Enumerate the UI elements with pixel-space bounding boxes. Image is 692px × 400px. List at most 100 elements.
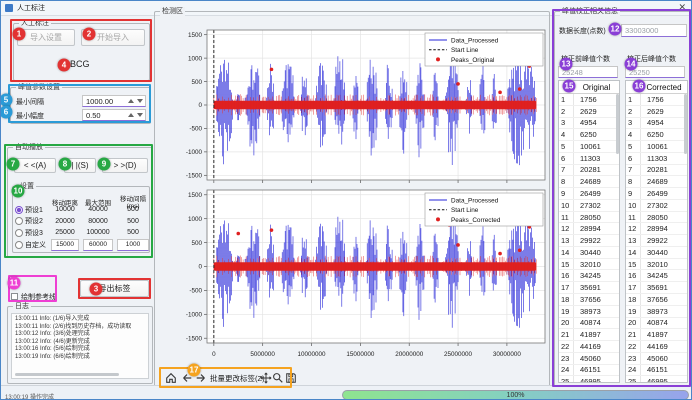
spin-down-icon[interactable] — [137, 113, 143, 117]
table-row[interactable]: 720281 — [559, 165, 619, 177]
preset-label[interactable]: 预设3 — [15, 228, 49, 238]
settings-header-row: 移动距离 最大范围 移动间隔(ms) — [15, 193, 147, 204]
table-row[interactable]: 2546995 — [626, 376, 687, 383]
original-peaks-table[interactable]: Original 1175622629349544625051006161130… — [558, 80, 620, 383]
table-row[interactable]: 1228994 — [559, 223, 619, 235]
svg-text:15000000: 15000000 — [346, 351, 375, 358]
preset-label[interactable]: 预设1 — [15, 205, 49, 215]
zoom-icon[interactable] — [271, 371, 284, 384]
table-row[interactable]: 1532010 — [626, 259, 687, 271]
preset-row-3[interactable]: 预设325000100000500 — [15, 227, 147, 238]
table-row[interactable]: 2141897 — [626, 329, 687, 341]
spin-up-icon[interactable] — [128, 113, 134, 117]
reference-line-checkbox[interactable] — [11, 293, 18, 300]
table-row[interactable]: 2244169 — [626, 341, 687, 353]
table-row[interactable]: 2040874 — [626, 318, 687, 330]
table-row[interactable]: 11756 — [626, 94, 687, 106]
custom-value-input[interactable]: 15000 — [51, 239, 79, 251]
min-interval-input[interactable]: 1000.00 — [82, 95, 146, 107]
table-row[interactable]: 2345060 — [559, 353, 619, 365]
table-row[interactable]: 1128050 — [559, 212, 619, 224]
table-row[interactable]: 2040874 — [559, 318, 619, 330]
peak-value: 27302 — [641, 201, 687, 210]
row-index: 10 — [626, 200, 641, 211]
table-row[interactable]: 824689 — [559, 176, 619, 188]
peak-value: 20281 — [641, 165, 687, 174]
radio-button[interactable] — [15, 206, 23, 214]
svg-text:Data_Processed: Data_Processed — [451, 37, 499, 44]
table-row[interactable]: 1938973 — [626, 306, 687, 318]
table-row[interactable]: 46250 — [559, 129, 619, 141]
table-row[interactable]: 22629 — [559, 106, 619, 118]
table-row[interactable]: 1837656 — [626, 294, 687, 306]
preset-row-1[interactable]: 预设11000040000500 — [15, 204, 147, 215]
table-row[interactable]: 510061 — [559, 141, 619, 153]
table-row[interactable]: 2446151 — [626, 365, 687, 377]
table-row[interactable]: 1329922 — [626, 235, 687, 247]
preset-label[interactable]: 自定义 — [15, 240, 49, 250]
min-amp-spinner[interactable] — [128, 110, 143, 120]
min-amp-input[interactable]: 0.50 — [82, 109, 146, 121]
preset-row-2[interactable]: 预设22000080000500 — [15, 216, 147, 227]
batch-change-labels-button[interactable]: 批量更改标签(Z) — [210, 373, 265, 384]
table-row[interactable]: 34954 — [626, 118, 687, 130]
table-row[interactable]: 1027302 — [559, 200, 619, 212]
table-row[interactable]: 22629 — [626, 106, 687, 118]
preset-row-4[interactable]: 自定义15000 60000 1000 — [15, 239, 147, 250]
table-row[interactable]: 2546995 — [559, 376, 619, 383]
peak-value: 24689 — [574, 177, 619, 186]
spin-up-icon[interactable] — [128, 99, 134, 103]
table-row[interactable]: 824689 — [626, 176, 687, 188]
log-box[interactable]: 13:00:11 Info: (1/6)导入完成13:00:11 Info: (… — [11, 313, 149, 379]
log-hscrollbar[interactable] — [15, 373, 119, 376]
original-table-scrollbar[interactable] — [616, 94, 619, 154]
peak-value: 6250 — [574, 130, 619, 139]
table-row[interactable]: 1837656 — [559, 294, 619, 306]
table-row[interactable]: 1735691 — [626, 282, 687, 294]
table-row[interactable]: 1735691 — [559, 282, 619, 294]
table-row[interactable]: 510061 — [626, 141, 687, 153]
table-row[interactable]: 720281 — [626, 165, 687, 177]
table-row[interactable]: 1634245 — [559, 270, 619, 282]
data-length-field[interactable]: 33003000 — [621, 24, 687, 37]
radio-button[interactable] — [15, 241, 23, 249]
play-back-button[interactable]: < <(A) — [14, 158, 56, 173]
table-row[interactable]: 1027302 — [626, 200, 687, 212]
table-row[interactable]: 2244169 — [559, 341, 619, 353]
table-row[interactable]: 2141897 — [559, 329, 619, 341]
table-row[interactable]: 1329922 — [559, 235, 619, 247]
table-row[interactable]: 611303 — [559, 153, 619, 165]
plots-canvas[interactable]: 150010005000-500-1000-1500Data_Processed… — [155, 12, 547, 364]
spin-down-icon[interactable] — [137, 99, 143, 103]
table-row[interactable]: 34954 — [559, 118, 619, 130]
table-row[interactable]: 926499 — [559, 188, 619, 200]
row-index: 18 — [559, 294, 574, 305]
corrected-peaks-table[interactable]: Corrected 117562262934954462505100616113… — [625, 80, 688, 383]
save-icon[interactable] — [284, 371, 297, 384]
table-row[interactable]: 11756 — [559, 94, 619, 106]
table-row[interactable]: 1634245 — [626, 270, 687, 282]
row-index: 19 — [559, 306, 574, 317]
table-row[interactable]: 1430440 — [559, 247, 619, 259]
table-row[interactable]: 2345060 — [626, 353, 687, 365]
custom-value-input[interactable]: 1000 — [117, 239, 149, 251]
table-row[interactable]: 1128050 — [626, 212, 687, 224]
preset-label[interactable]: 预设2 — [15, 216, 49, 226]
corrected-table-scrollbar[interactable] — [684, 94, 687, 154]
table-row[interactable]: 1532010 — [559, 259, 619, 271]
radio-button[interactable] — [15, 229, 23, 237]
svg-text:-1500: -1500 — [186, 173, 203, 180]
home-icon[interactable] — [164, 371, 177, 384]
table-row[interactable]: 1938973 — [559, 306, 619, 318]
radio-button[interactable] — [15, 217, 23, 225]
table-row[interactable]: 926499 — [626, 188, 687, 200]
import-settings-button[interactable]: 导入设置 — [17, 29, 75, 46]
table-row[interactable]: 611303 — [626, 153, 687, 165]
table-row[interactable]: 1228994 — [626, 223, 687, 235]
table-row[interactable]: 2446151 — [559, 365, 619, 377]
table-row[interactable]: 1430440 — [626, 247, 687, 259]
table-row[interactable]: 46250 — [626, 129, 687, 141]
peak-value: 44169 — [574, 342, 619, 351]
min-interval-spinner[interactable] — [128, 96, 143, 106]
custom-value-input[interactable]: 60000 — [83, 239, 113, 251]
